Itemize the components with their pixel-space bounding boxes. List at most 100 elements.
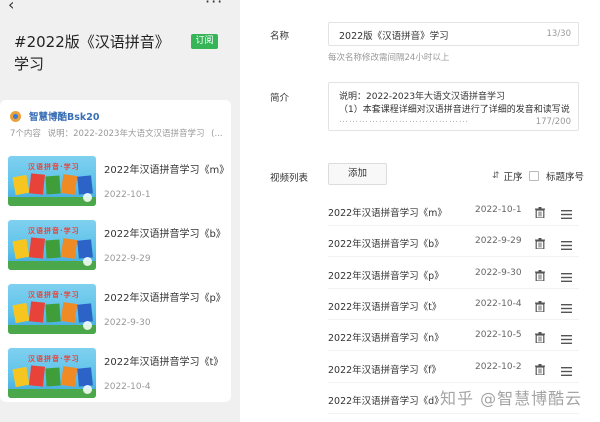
thumbnail-block (12, 366, 30, 388)
thumbnail-block (45, 303, 61, 323)
drag-handle-icon[interactable] (561, 298, 572, 313)
play-icon (83, 193, 92, 202)
video-title: 2022年汉语拼音学习《m》 (328, 208, 447, 219)
video-title: 2022年汉语拼音学习《t》 (328, 301, 442, 313)
video-row[interactable]: 2022年汉语拼音学习《b》 2022-9-29 (328, 226, 579, 258)
thumbnail-block (28, 173, 46, 195)
name-input-value: 2022版《汉语拼音》学习 (339, 31, 449, 42)
drag-handle-icon[interactable] (561, 204, 572, 219)
play-icon (83, 385, 92, 394)
desc-textarea[interactable]: 说明：2022-2023年大语文汉语拼音学习 （1）本套课程详细对汉语拼音进行了… (328, 82, 579, 131)
video-date: 2022-9-29 (475, 236, 522, 247)
author-name: 智慧博酷Bsk20 (29, 112, 100, 123)
trash-icon[interactable] (535, 234, 545, 250)
thumbnail-block (12, 302, 30, 324)
video-row[interactable]: 2022年汉语拼音学习《n》 2022-10-5 (328, 320, 579, 352)
lesson-item[interactable]: 汉语拼音·学习 2022年汉语拼音学习《m》 2022-10-1 (8, 156, 229, 206)
course-desc-snippet: 说明：2022-2023年大语文汉语拼音学习 (47, 129, 205, 139)
name-label: 名称 (270, 31, 290, 42)
thumbnail-block (45, 367, 61, 387)
mobile-preview-panel: ‹ ··· #2022版《汉语拼音》学习 订阅 智慧博酷Bsk20 7个内容 说… (0, 0, 240, 422)
thumbnail-block (28, 301, 46, 323)
trash-icon[interactable] (535, 266, 545, 282)
play-icon (83, 257, 92, 266)
lesson-date: 2022-9-30 (104, 318, 151, 328)
thumbnail-block (77, 239, 93, 259)
author-row[interactable]: 智慧博酷Bsk20 (10, 109, 99, 123)
lesson-title: 2022年汉语拼音学习《b》 (104, 229, 226, 240)
name-input[interactable]: 2022版《汉语拼音》学习 13/30 (328, 22, 579, 46)
thumbnail-block (60, 302, 78, 323)
video-row[interactable]: 2022年汉语拼音学习《f》 2022-10-2 (328, 352, 579, 383)
thumbnail-block (77, 367, 93, 387)
trash-icon[interactable] (535, 203, 545, 219)
sort-label: 正序 (503, 172, 523, 183)
trash-icon[interactable] (535, 328, 545, 344)
watermark: 知乎 @智慧博酷云 (440, 389, 583, 408)
video-date: 2022-10-5 (475, 330, 522, 341)
row-divider (328, 412, 579, 414)
video-row[interactable]: 2022年汉语拼音学习《m》 2022-10-1 (328, 195, 579, 226)
course-card: 智慧博酷Bsk20 7个内容 说明：2022-2023年大语文汉语拼音学习 (.… (0, 100, 231, 402)
drag-handle-icon[interactable] (561, 329, 572, 345)
desc-line-3: ………………………………… (339, 115, 469, 125)
lesson-title: 2022年汉语拼音学习《t》 (104, 357, 224, 368)
video-date: 2022-10-4 (475, 298, 522, 309)
author-logo-icon (10, 110, 21, 122)
trash-icon[interactable] (535, 360, 545, 376)
title-seq-label: 标题序号 (546, 172, 585, 183)
name-char-count: 13/30 (546, 29, 572, 39)
video-row[interactable]: 2022年汉语拼音学习《t》 2022-10-4 (328, 289, 579, 320)
drag-handle-icon[interactable] (561, 267, 572, 282)
thumbnail-block (28, 237, 46, 259)
lesson-item[interactable]: 汉语拼音·学习 2022年汉语拼音学习《b》 2022-9-29 (8, 220, 228, 270)
video-date: 2022-10-1 (475, 205, 522, 215)
video-title: 2022年汉语拼音学习《d》 (328, 395, 444, 407)
thumbnail-block (60, 238, 78, 259)
course-title: #2022版《汉语拼音》学习 (14, 33, 170, 73)
title-seq-option[interactable]: 标题序号 (529, 169, 584, 183)
lesson-thumbnail: 汉语拼音·学习 (8, 284, 96, 334)
lesson-thumbnail: 汉语拼音·学习 (8, 156, 96, 206)
lesson-thumbnail: 汉语拼音·学习 (8, 220, 96, 270)
thumbnail-caption: 汉语拼音·学习 (28, 291, 80, 299)
video-date: 2022-10-2 (475, 361, 522, 372)
desc-line-2: （1）本套课程详细对汉语拼音进行了详细的发音和读写说 (339, 105, 570, 115)
video-row[interactable]: 2022年汉语拼音学习《p》 2022-9-30 (328, 258, 579, 289)
thumbnail-block (28, 365, 46, 387)
drag-handle-icon[interactable] (561, 235, 572, 251)
desc-label: 简介 (270, 93, 290, 104)
course-settings-form: 名称 2022版《汉语拼音》学习 13/30 每次名称修改需间隔24小时以上 简… (240, 0, 600, 422)
thumbnail-block (12, 174, 30, 196)
thumbnail-block (45, 175, 61, 195)
video-title: 2022年汉语拼音学习《p》 (328, 270, 444, 282)
more-text: (... (211, 129, 223, 139)
trash-icon[interactable] (535, 297, 545, 313)
subscribe-button[interactable]: 订阅 (191, 34, 218, 49)
title-seq-checkbox[interactable] (529, 171, 539, 181)
back-icon[interactable]: ‹ (8, 0, 14, 14)
thumbnail-caption: 汉语拼音·学习 (28, 163, 80, 171)
add-video-button[interactable]: 添加 (328, 163, 387, 185)
lesson-item[interactable]: 汉语拼音·学习 2022年汉语拼音学习《t》 2022-10-4 (8, 348, 228, 398)
drag-handle-icon[interactable] (561, 361, 572, 376)
thumbnail-caption: 汉语拼音·学习 (28, 227, 80, 235)
video-title: 2022年汉语拼音学习《n》 (328, 333, 444, 345)
course-meta: 7个内容 说明：2022-2023年大语文汉语拼音学习 (... (10, 127, 225, 139)
lesson-item[interactable]: 汉语拼音·学习 2022年汉语拼音学习《p》 2022-9-30 (8, 284, 228, 334)
lesson-title: 2022年汉语拼音学习《p》 (104, 293, 226, 304)
app-root: ‹ ··· #2022版《汉语拼音》学习 订阅 智慧博酷Bsk20 7个内容 说… (0, 0, 600, 422)
thumbnail-block (60, 174, 78, 195)
video-title: 2022年汉语拼音学习《b》 (328, 239, 444, 251)
sort-toggle[interactable]: ⇵ 正序 (492, 169, 523, 183)
more-icon[interactable]: ··· (205, 0, 223, 11)
name-hint: 每次名称修改需间隔24小时以上 (328, 53, 450, 63)
content-count: 7个内容 (10, 129, 41, 139)
desc-char-count: 177/200 (535, 117, 571, 127)
thumbnail-block (12, 238, 30, 260)
thumbnail-block (60, 366, 78, 387)
video-title: 2022年汉语拼音学习《f》 (328, 364, 442, 376)
thumbnail-block (77, 175, 93, 195)
lesson-date: 2022-10-1 (104, 190, 151, 200)
lesson-date: 2022-9-29 (104, 254, 151, 264)
